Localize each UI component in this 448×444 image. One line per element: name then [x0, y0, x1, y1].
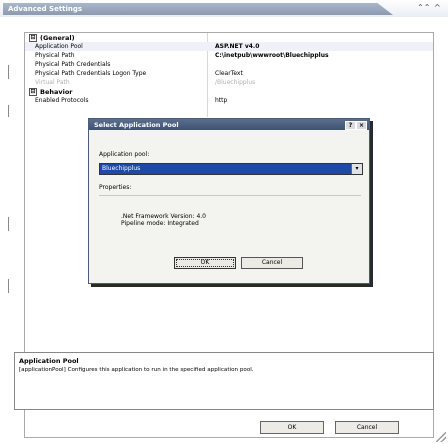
description-title: Application Pool [19, 357, 79, 365]
property-value[interactable]: http [215, 97, 227, 104]
rail-mark [8, 105, 9, 117]
property-row-physical-path-credentials[interactable]: Physical Path Credentials [25, 60, 433, 69]
rail-mark [8, 217, 9, 231]
property-row-enabled-protocols[interactable]: Enabled Protocols http [25, 96, 433, 105]
close-icon[interactable]: × [356, 121, 367, 130]
pipeline-mode-text: Pipeline mode: Integrated [121, 220, 199, 227]
property-row-application-pool[interactable]: Application Pool ASP.NET v4.0 [25, 42, 433, 51]
property-row-credentials-logon-type[interactable]: Physical Path Credentials Logon Type Cle… [25, 69, 433, 78]
collapse-toggle-icon[interactable]: ⊟ [29, 34, 37, 42]
collapse-toggle-icon[interactable]: ⊟ [29, 88, 37, 96]
category-label: (General) [40, 34, 75, 42]
property-name: Physical Path Credentials Logon Type [35, 70, 147, 77]
framework-version-text: .Net Framework Version: 4.0 [121, 213, 207, 220]
dialog-cancel-button[interactable]: Cancel [241, 257, 303, 269]
category-general[interactable]: ⊟ (General) [25, 33, 433, 42]
caret-up-icon[interactable]: ^ [434, 3, 441, 12]
cancel-button[interactable]: Cancel [335, 421, 399, 434]
dropdown-arrow-icon[interactable]: ▾ [351, 164, 362, 174]
property-value[interactable]: ASP.NET v4.0 [215, 43, 259, 50]
description-text: [applicationPool] Configures this applic… [19, 367, 254, 373]
application-pool-select[interactable]: Bluechipplus ▾ [99, 163, 363, 175]
property-name: Application Pool [35, 43, 83, 50]
dialog-title-bar: Select Application Pool ? × [89, 119, 369, 130]
window-title: Advanced Settings [8, 5, 83, 13]
help-icon[interactable]: ? [345, 121, 356, 130]
dialog-title: Select Application Pool [94, 121, 179, 129]
rail-mark [8, 65, 9, 79]
pool-properties-box: .Net Framework Version: 4.0 Pipeline mod… [99, 195, 361, 246]
property-value[interactable]: C:\inetpub\wwwroot\Bluechipplus [215, 52, 329, 59]
property-name: Virtual Path [35, 79, 70, 86]
application-pool-label: Application pool: [99, 151, 150, 158]
property-name: Physical Path [35, 52, 75, 59]
category-behavior[interactable]: ⊟ Behavior [25, 87, 433, 96]
properties-label: Properties: [99, 184, 132, 191]
property-row-physical-path[interactable]: Physical Path C:\inetpub\wwwroot\Bluechi… [25, 51, 433, 60]
window-title-bar: Advanced Settings ⌃⌃ ^ [0, 0, 448, 17]
dialog-ok-button[interactable]: OK [174, 257, 236, 269]
property-value: /Bluechipplus [215, 79, 256, 86]
ok-button[interactable]: OK [260, 421, 324, 434]
select-application-pool-dialog: Select Application Pool ? × Application … [88, 118, 370, 284]
property-name: Enabled Protocols [35, 97, 89, 104]
property-name: Physical Path Credentials [35, 61, 111, 68]
property-value[interactable]: ClearText [215, 70, 243, 77]
selected-pool: Bluechipplus [102, 165, 141, 172]
double-chevron-up-icon[interactable]: ⌃⌃ [417, 3, 430, 12]
property-row-virtual-path: Virtual Path /Bluechipplus [25, 78, 433, 87]
resize-grip-icon[interactable] [436, 432, 446, 442]
category-label: Behavior [40, 88, 73, 96]
description-panel: Application Pool [applicationPool] Confi… [14, 352, 434, 410]
rail-mark [8, 279, 9, 293]
title-pill: Advanced Settings [3, 3, 393, 15]
